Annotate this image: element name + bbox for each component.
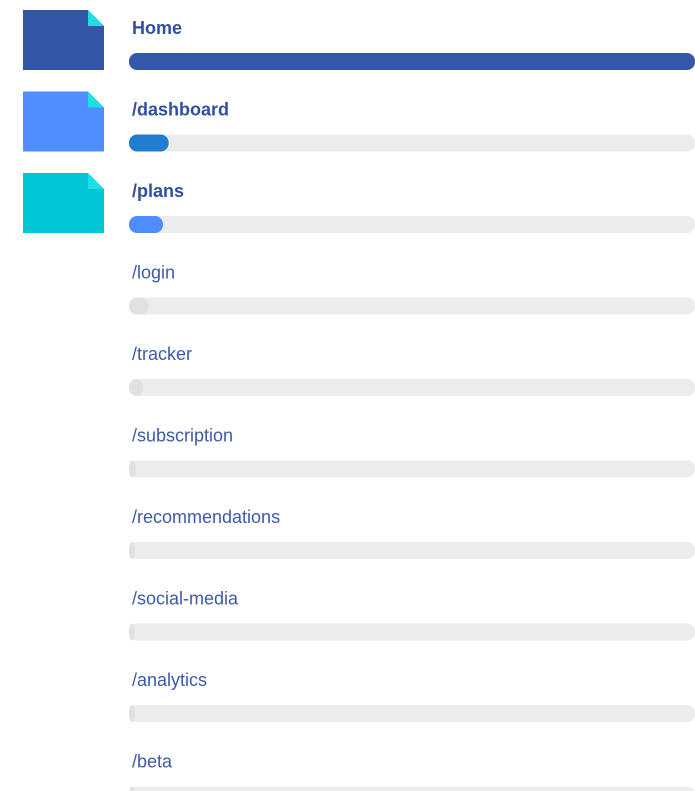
category-label: /login (132, 263, 175, 283)
category-label: /subscription (132, 426, 233, 446)
bar (129, 297, 149, 315)
bar-track (129, 460, 695, 478)
bar-track (129, 542, 695, 559)
bar (129, 623, 135, 641)
category-label: /dashboard (132, 100, 229, 120)
document-fold-icon (88, 91, 104, 108)
bar-track (129, 134, 695, 152)
bar-track (129, 297, 695, 315)
category-label: /plans (132, 181, 184, 201)
bar-track (129, 216, 695, 233)
document-fold-icon (88, 10, 104, 26)
category-label: /beta (132, 752, 173, 772)
category-label: /analytics (132, 670, 207, 690)
bar (129, 53, 695, 70)
bar-track (129, 705, 695, 722)
bar-track (129, 786, 695, 791)
bar (129, 134, 169, 152)
category-label: /tracker (132, 344, 192, 364)
category-label: /social-media (132, 589, 239, 609)
category-label: /recommendations (132, 507, 280, 527)
bar-track (129, 379, 695, 396)
bar (129, 379, 144, 396)
bar-track (129, 623, 695, 641)
category-label: Home (132, 18, 182, 38)
bar (129, 216, 163, 233)
bar (129, 705, 135, 722)
page-ranking-chart: Home/dashboard/plans/login/tracker/subsc… (23, 10, 695, 791)
bar (129, 460, 136, 478)
bar (129, 542, 135, 559)
document-fold-icon (88, 173, 104, 189)
